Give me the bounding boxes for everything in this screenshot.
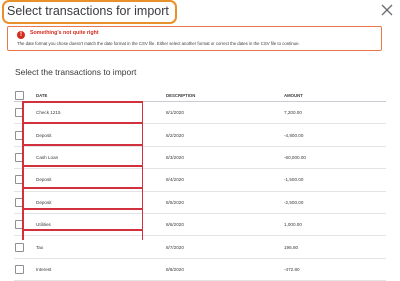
alert-title: Something's not quite right [30,30,99,36]
row-description: 8/8/2020 [154,258,282,281]
row-date: Tax [30,235,154,259]
row-checkbox[interactable] [15,220,24,230]
row-amount: -60,000.00 [282,146,386,170]
row-date: Deposit [30,168,154,192]
row-checkbox-cell [14,123,30,147]
row-date: Deposit [30,123,154,147]
row-description: 8/6/2020 [154,213,282,237]
table-row[interactable]: Interest 8/8/2020 -472.80 [14,258,386,281]
table-row[interactable]: Tax 8/7/2020 196.80 [14,235,386,259]
row-date: Cash Loan [30,146,154,170]
row-description: 8/5/2020 [154,191,282,214]
row-checkbox-cell [14,168,30,192]
header-checkbox-cell [14,90,30,102]
table-row[interactable]: Cash Loan 8/3/2020 -60,000.00 [14,146,386,170]
table-row[interactable]: Deposit 8/5/2020 -2,500.00 [14,191,386,214]
row-checkbox-cell [14,101,30,125]
column-header-amount: AMOUNT [282,90,386,102]
alert-message: The date format you chose doesn't match … [17,41,300,46]
alert-warning-icon: ! [17,31,25,39]
section-subtitle: Select the transactions to import [15,67,137,77]
row-checkbox[interactable] [15,152,24,162]
row-checkbox-cell [14,191,30,214]
row-date: Utilities [30,213,154,237]
row-checkbox[interactable] [15,242,24,252]
table-row[interactable]: Deposit 8/4/2020 -1,500.00 [14,168,386,192]
row-amount: -2,500.00 [282,191,386,214]
row-date: Deposit [30,191,154,214]
row-checkbox[interactable] [15,130,24,140]
error-alert: ! Something's not quite right The date f… [7,26,382,51]
row-amount: -4,800.00 [282,123,386,147]
dialog-title: Select transactions for import [7,4,169,18]
row-checkbox-cell [14,146,30,170]
close-icon[interactable] [380,3,394,17]
row-amount: -472.80 [282,258,386,281]
row-checkbox-cell [14,235,30,259]
row-checkbox[interactable] [15,108,24,118]
select-all-checkbox[interactable] [15,91,24,100]
row-checkbox[interactable] [15,264,24,274]
row-amount: 7,200.00 [282,101,386,125]
dialog-title-highlight: Select transactions for import [2,0,177,24]
transactions-table: DATE DESCRIPTION AMOUNT Check 1215 8/1/2… [14,90,386,281]
row-amount: 196.80 [282,235,386,259]
row-date: Check 1215 [30,101,154,125]
row-amount: 1,000.00 [282,213,386,237]
row-description: 8/7/2020 [154,235,282,259]
table-header-row: DATE DESCRIPTION AMOUNT [14,90,386,102]
row-description: 8/2/2020 [154,123,282,147]
row-checkbox[interactable] [15,197,24,207]
row-description: 8/3/2020 [154,146,282,170]
table-row[interactable]: Check 1215 8/1/2020 7,200.00 [14,101,386,125]
row-description: 8/1/2020 [154,101,282,125]
row-amount: -1,500.00 [282,168,386,192]
row-date: Interest [30,258,154,281]
table-row[interactable]: Utilities 8/6/2020 1,000.00 [14,213,386,237]
column-header-date: DATE [30,90,154,102]
column-header-description: DESCRIPTION [154,90,282,102]
row-checkbox-cell [14,213,30,237]
row-description: 8/4/2020 [154,168,282,192]
row-checkbox-cell [14,258,30,281]
row-checkbox[interactable] [15,175,24,185]
table-row[interactable]: Deposit 8/2/2020 -4,800.00 [14,123,386,147]
